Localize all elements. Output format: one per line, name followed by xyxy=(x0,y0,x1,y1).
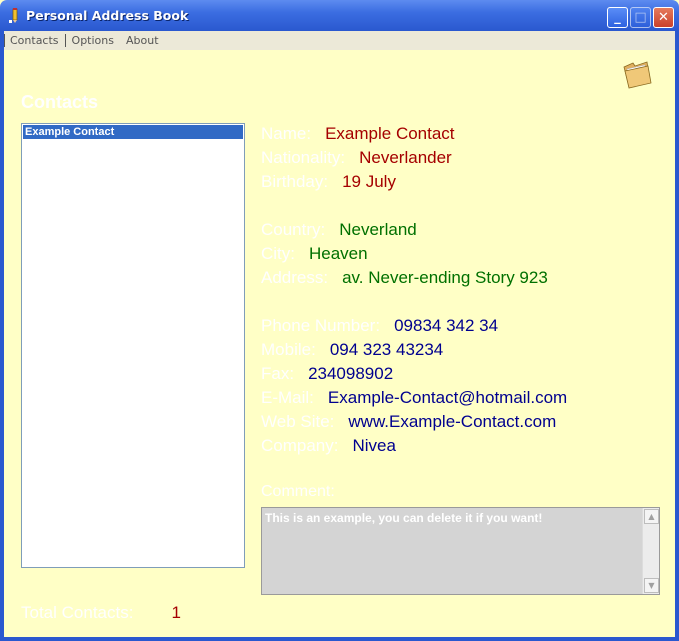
contact-list[interactable]: Example Contact xyxy=(21,123,245,568)
phone-label: Phone Number: xyxy=(261,316,381,335)
title-bar[interactable]: Personal Address Book _ □ ✕ xyxy=(0,0,679,31)
address-row: Address: av. Never-ending Story 923 xyxy=(261,268,548,288)
company-label: Company: xyxy=(261,436,339,455)
email-value: Example-Contact@hotmail.com xyxy=(327,388,568,407)
website-label: Web Site: xyxy=(261,412,335,431)
menu-options[interactable]: Options xyxy=(66,34,120,47)
comment-text: This is an example, you can delete it if… xyxy=(265,511,543,525)
comment-label: Comment: xyxy=(261,483,335,500)
birthday-value: 19 July xyxy=(342,172,396,191)
name-label: Name: xyxy=(261,124,312,143)
window-frame-left xyxy=(0,31,4,641)
nationality-row: Nationality: Neverlander xyxy=(261,148,452,168)
website-row: Web Site: www.Example-Contact.com xyxy=(261,412,556,432)
window-frame-right xyxy=(675,31,679,641)
company-value: Nivea xyxy=(352,436,396,455)
nationality-label: Nationality: xyxy=(261,148,346,167)
country-row: Country: Neverland xyxy=(261,220,417,240)
maximize-button[interactable]: □ xyxy=(630,7,651,28)
pencil-icon xyxy=(9,8,18,23)
company-row: Company: Nivea xyxy=(261,436,396,456)
fax-value: 234098902 xyxy=(308,364,394,383)
total-label: Total Contacts: xyxy=(21,603,134,622)
country-label: Country: xyxy=(261,220,326,239)
minimize-button[interactable]: _ xyxy=(607,7,628,28)
city-label: City: xyxy=(261,244,295,263)
scroll-down-icon[interactable]: ▼ xyxy=(644,578,659,593)
comment-scrollbar[interactable]: ▲ ▼ xyxy=(642,508,659,594)
total-value: 1 xyxy=(171,603,181,622)
email-label: E-Mail: xyxy=(261,388,314,407)
address-label: Address: xyxy=(261,268,329,287)
country-value: Neverland xyxy=(339,220,417,239)
birthday-row: Birthday: 19 July xyxy=(261,172,396,192)
section-title: Contacts xyxy=(21,92,99,112)
menu-contacts[interactable]: Contacts xyxy=(4,34,66,47)
fax-label: Fax: xyxy=(261,364,295,383)
birthday-label: Birthday: xyxy=(261,172,329,191)
menu-about[interactable]: About xyxy=(120,34,165,47)
folder-icon[interactable] xyxy=(621,58,653,90)
address-value: av. Never-ending Story 923 xyxy=(342,268,548,287)
name-row: Name: Example Contact xyxy=(261,124,455,144)
mobile-row: Mobile: 094 323 43234 xyxy=(261,340,443,360)
total-contacts: Total Contacts: 1 xyxy=(21,603,181,623)
menu-bar: Contacts Options About xyxy=(4,31,675,50)
mobile-label: Mobile: xyxy=(261,340,316,359)
scroll-up-icon[interactable]: ▲ xyxy=(644,509,659,524)
close-button[interactable]: ✕ xyxy=(653,7,674,28)
window-frame-bottom xyxy=(0,637,679,641)
nationality-value: Neverlander xyxy=(359,148,452,167)
city-value: Heaven xyxy=(309,244,368,263)
city-row: City: Heaven xyxy=(261,244,368,264)
name-value: Example Contact xyxy=(325,124,455,143)
window-title: Personal Address Book xyxy=(26,8,189,23)
email-row: E-Mail: Example-Contact@hotmail.com xyxy=(261,388,567,408)
mobile-value: 094 323 43234 xyxy=(329,340,444,359)
comment-textarea[interactable]: This is an example, you can delete it if… xyxy=(261,507,660,595)
phone-value: 09834 342 34 xyxy=(394,316,499,335)
list-item[interactable]: Example Contact xyxy=(23,125,243,139)
website-value: www.Example-Contact.com xyxy=(348,412,557,431)
fax-row: Fax: 234098902 xyxy=(261,364,393,384)
phone-row: Phone Number: 09834 342 34 xyxy=(261,316,498,336)
